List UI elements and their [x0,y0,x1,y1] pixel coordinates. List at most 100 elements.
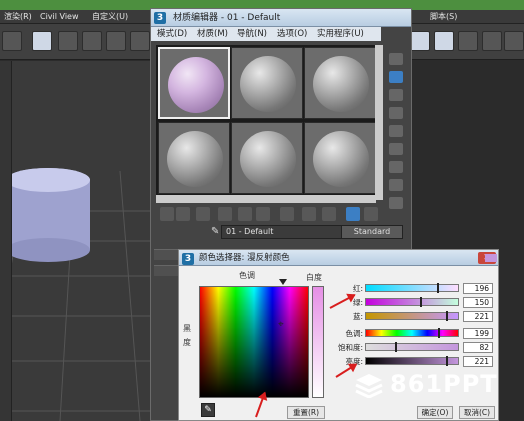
cancel-button[interactable]: 取消(C) [459,406,495,419]
slider-label: 蓝: [352,312,363,321]
material-slot[interactable] [231,47,303,119]
color-crosshair-icon[interactable]: ⌖ [278,320,288,330]
put-to-scene-icon[interactable] [176,207,190,221]
menu-mode[interactable]: 模式(D) [157,27,187,41]
whiteness-slider[interactable] [312,286,324,398]
show-end-result-icon[interactable] [346,207,360,221]
slider-hue[interactable]: 色调: 199 [329,328,499,339]
slider-value-input[interactable]: 221 [463,311,493,322]
hue-pointer-icon[interactable] [279,279,287,285]
uv-tiling-icon[interactable] [389,107,403,119]
app-badge-icon: 3 [182,253,194,265]
assign-material-icon[interactable] [196,207,210,221]
make-unique-icon[interactable] [256,207,270,221]
ok-button[interactable]: 确定(O) [417,406,453,419]
hue-label: 色调 [239,271,255,280]
snap-icon[interactable] [58,31,78,51]
slider-thumb[interactable] [446,311,449,321]
render-icon[interactable] [504,31,524,51]
angle-snap-icon[interactable] [82,31,102,51]
sample-type-icon[interactable] [389,53,403,65]
whiteness-label: 白度 [306,273,322,282]
slider-value-input[interactable]: 221 [463,356,493,367]
spinner-snap-icon[interactable] [130,31,150,51]
slider-track[interactable] [365,297,459,307]
layer-icon[interactable] [410,31,430,51]
slider-thumb[interactable] [446,356,449,366]
color-picker-titlebar[interactable]: 3 颜色选择器: 漫反射颜色 ✕ [179,250,498,266]
move-icon[interactable] [2,31,22,51]
material-editor-titlebar[interactable]: 3 材质编辑器 - 01 - Default [151,9,411,27]
slider-thumb[interactable] [437,328,440,338]
material-slot[interactable] [231,122,303,194]
menu-navigation[interactable]: 导航(N) [237,27,267,41]
slider-label: 色调: [345,329,363,338]
material-editor-title: 材质编辑器 - 01 - Default [173,13,281,23]
menu-material[interactable]: 材质(M) [197,27,228,41]
render-frame-icon[interactable] [482,31,502,51]
app-badge-icon: 3 [154,12,166,24]
slider-track[interactable] [365,356,459,366]
percent-snap-icon[interactable] [106,31,126,51]
material-slot[interactable] [304,47,376,119]
menu-utilities[interactable]: 实用程序(U) [317,27,364,41]
material-slot[interactable] [304,122,376,194]
material-slot[interactable] [158,122,230,194]
material-sphere [167,131,223,187]
left-strip [0,61,12,421]
slider-track[interactable] [365,311,459,321]
slider-label: 饱和度: [337,343,363,352]
slider-track[interactable] [365,283,459,293]
eyedropper-icon[interactable]: ✎ [201,403,215,417]
slot-scrollbar-vertical[interactable] [375,45,383,200]
color-swatch [485,254,497,262]
slider-thumb[interactable] [420,297,423,307]
get-material-icon[interactable] [160,207,174,221]
menu-script[interactable]: 脚本(S) [430,10,457,24]
material-slot[interactable] [158,47,230,119]
slider-track[interactable] [365,342,459,352]
render-setup-icon[interactable] [458,31,478,51]
backlight-icon[interactable] [389,71,403,83]
color-picker-title: 颜色选择器: 漫反射颜色 [199,253,290,263]
make-preview-icon[interactable] [389,143,403,155]
slider-value-input[interactable]: 196 [463,283,493,294]
reset-map-icon[interactable] [218,207,232,221]
viewport[interactable] [0,61,150,421]
go-to-parent-icon[interactable] [364,207,378,221]
slider-value-input[interactable]: 150 [463,297,493,308]
menu-customize[interactable]: 自定义(U) [92,10,128,24]
show-map-icon[interactable] [322,207,336,221]
reset-button[interactable]: 重置(R) [287,406,325,419]
menu-civil-view[interactable]: Civil View [40,10,79,24]
slot-scrollbar-horizontal[interactable] [156,195,376,203]
material-editor-icon[interactable] [434,31,454,51]
hue-blackness-spectrum[interactable] [199,286,309,398]
video-check-icon[interactable] [389,125,403,137]
material-navigator-icon[interactable] [389,197,403,209]
watermark-stack-icon [355,374,383,398]
cylinder-object [6,168,90,262]
slider-value-input[interactable]: 199 [463,328,493,339]
material-id-icon[interactable] [302,207,316,221]
background-icon[interactable] [389,89,403,101]
select-icon[interactable] [32,31,52,51]
slider-thumb[interactable] [395,342,398,352]
slider-track[interactable] [365,328,459,338]
copy-material-icon[interactable] [238,207,252,221]
viewport-grid [0,168,150,421]
select-by-material-icon[interactable] [389,179,403,191]
watermark-logo: 861PPT [354,368,522,404]
material-sphere [168,57,224,113]
material-bottom-toolbar [156,207,384,223]
slider-blue[interactable]: 蓝: 221 [329,311,499,322]
menu-options[interactable]: 选项(O) [277,27,307,41]
material-type-button[interactable]: Standard [341,225,403,239]
options-icon[interactable] [389,161,403,173]
slider-value-input[interactable]: 82 [463,342,493,353]
menu-render[interactable]: 渲染(R) [4,10,32,24]
put-to-library-icon[interactable] [280,207,294,221]
slider-thumb[interactable] [436,283,439,293]
slider-saturation[interactable]: 饱和度: 82 [329,342,499,353]
eyedropper-icon[interactable]: ✎ [211,225,219,239]
